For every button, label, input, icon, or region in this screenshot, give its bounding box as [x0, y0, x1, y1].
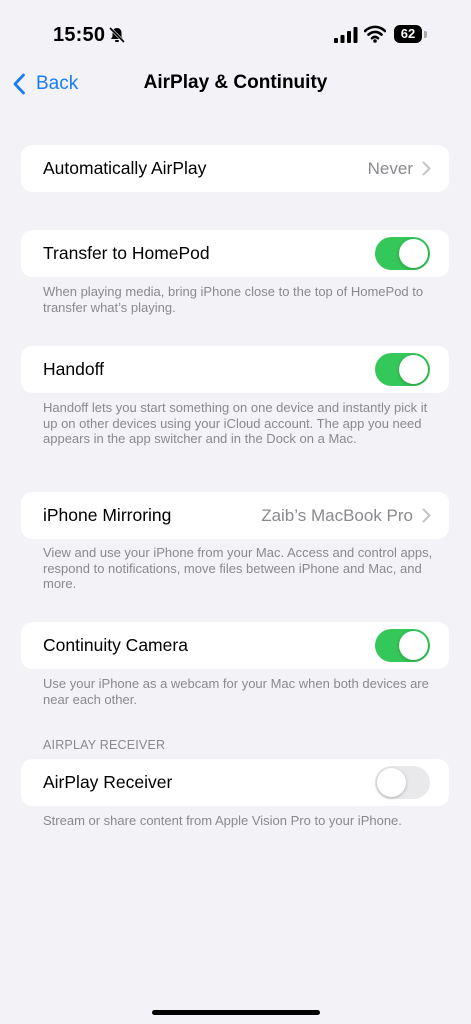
iphone-mirroring-row[interactable]: iPhone Mirroring Zaib’s MacBook Pro	[21, 492, 449, 539]
airplay-receiver-row: AirPlay Receiver	[21, 759, 449, 806]
transfer-to-homepod-footer: When playing media, bring iPhone close t…	[43, 284, 424, 315]
battery-icon: 62	[394, 25, 428, 44]
battery-level: 62	[394, 25, 422, 43]
iphone-mirroring-value: Zaib’s MacBook Pro	[261, 506, 413, 525]
handoff-toggle[interactable]	[375, 353, 430, 386]
transfer-to-homepod-row: Transfer to HomePod	[21, 230, 449, 277]
battery-cap	[424, 31, 427, 38]
automatically-airplay-value: Never	[367, 159, 413, 178]
continuity-camera-footer: Use your iPhone as a webcam for your Mac…	[43, 676, 429, 707]
signal-icon	[334, 27, 358, 43]
bell-slash-icon	[108, 26, 126, 44]
handoff-row: Handoff	[21, 346, 449, 393]
status-time: 15:50	[53, 24, 106, 46]
airplay-receiver-toggle[interactable]	[375, 766, 430, 799]
continuity-camera-label: Continuity Camera	[43, 635, 188, 655]
handoff-label: Handoff	[43, 359, 104, 379]
navigation-bar: Back AirPlay & Continuity	[0, 62, 471, 106]
airplay-receiver-footer: Stream or share content from Apple Visio…	[43, 813, 402, 828]
toggle-knob	[399, 239, 428, 268]
toggle-knob	[399, 355, 428, 384]
automatically-airplay-label: Automatically AirPlay	[43, 158, 207, 178]
handoff-footer: Handoff lets you start something on one …	[43, 400, 428, 446]
toggle-knob	[399, 631, 428, 660]
wifi-icon	[364, 25, 386, 43]
transfer-to-homepod-toggle[interactable]	[375, 237, 430, 270]
status-bar: 15:50 62	[0, 0, 471, 62]
continuity-camera-row: Continuity Camera	[21, 622, 449, 669]
airplay-receiver-label: AirPlay Receiver	[43, 772, 173, 792]
iphone-mirroring-footer: View and use your iPhone from your Mac. …	[43, 545, 433, 591]
automatically-airplay-row[interactable]: Automatically AirPlay Never	[21, 145, 449, 192]
toggle-knob	[377, 768, 406, 797]
chevron-right-icon	[422, 508, 431, 523]
chevron-right-icon	[422, 161, 431, 176]
home-indicator[interactable]	[152, 1010, 320, 1015]
iphone-mirroring-label: iPhone Mirroring	[43, 505, 172, 525]
airplay-receiver-section-header: AIRPLAY RECEIVER	[43, 738, 166, 752]
transfer-to-homepod-label: Transfer to HomePod	[43, 243, 210, 263]
continuity-camera-toggle[interactable]	[375, 629, 430, 662]
page-title: AirPlay & Continuity	[143, 72, 328, 93]
